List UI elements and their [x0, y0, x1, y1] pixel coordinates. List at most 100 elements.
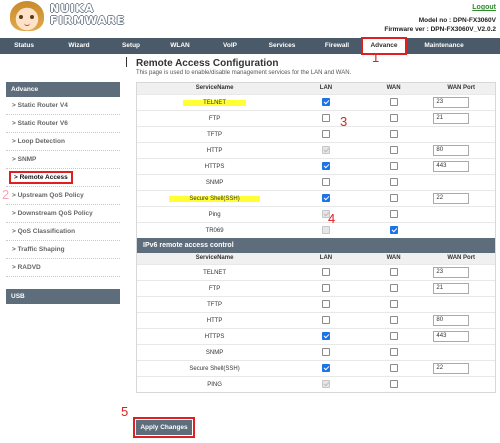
- wan-checkbox[interactable]: [389, 130, 398, 139]
- table-row: HTTP 80: [137, 142, 495, 158]
- table-header: ServiceName LAN WAN WAN Port: [137, 83, 495, 94]
- lan-checkbox[interactable]: [321, 98, 330, 107]
- wan-port-input[interactable]: 22: [433, 362, 470, 374]
- page-description: This page is used to enable/disable mana…: [136, 70, 352, 76]
- table-row: FTP 21: [137, 110, 495, 126]
- table-row: PING: [137, 376, 495, 392]
- wan-checkbox[interactable]: [389, 380, 398, 389]
- col-wan-port: WAN Port: [447, 85, 476, 91]
- chevron-right-icon: >: [12, 102, 16, 109]
- lan-checkbox[interactable]: [321, 316, 330, 325]
- nav-wizard[interactable]: Wizard: [48, 38, 110, 54]
- col-wan: WAN: [386, 85, 401, 91]
- service-name: FTP: [208, 116, 221, 122]
- device-info: Model no : DPN-FX3060V Firmware ver : DP…: [384, 16, 496, 34]
- lan-checkbox[interactable]: [321, 300, 330, 309]
- table-row: FTP 21: [137, 280, 495, 296]
- wan-checkbox[interactable]: [389, 146, 398, 155]
- nav-wlan[interactable]: WLAN: [152, 38, 208, 54]
- mascot-icon: [10, 1, 44, 31]
- lan-checkbox[interactable]: [321, 284, 330, 293]
- service-name: SNMP: [205, 180, 224, 186]
- wan-checkbox[interactable]: [389, 210, 398, 219]
- wan-port-input[interactable]: 23: [433, 96, 470, 108]
- nav-status[interactable]: Status: [0, 38, 48, 54]
- sidebar-item-upstream-qos[interactable]: > Upstream QoS Policy: [6, 187, 120, 205]
- wan-checkbox[interactable]: [389, 194, 398, 203]
- wan-port-input[interactable]: 23: [433, 266, 470, 278]
- service-name: Secure Shell(SSH): [189, 366, 240, 372]
- table-row: HTTPS 443: [137, 328, 495, 344]
- service-name: HTTPS: [204, 164, 225, 170]
- table-row: SNMP: [137, 174, 495, 190]
- annotation-1: 1: [372, 50, 380, 65]
- table-row: HTTPS 443: [137, 158, 495, 174]
- sidebar-item-loop-detection[interactable]: > Loop Detection: [6, 133, 120, 151]
- wan-checkbox[interactable]: [389, 162, 398, 171]
- table-header-ipv6: ServiceName LAN WAN WAN Port: [137, 253, 495, 264]
- wan-checkbox[interactable]: [389, 178, 398, 187]
- router-admin-page: NUIKA FIRMWARE Logout Model no : DPN-FX3…: [0, 0, 500, 443]
- service-name: TR069: [205, 228, 224, 234]
- sidebar-item-label: Loop Detection: [17, 138, 65, 145]
- sidebar-item-label: QoS Classification: [17, 228, 76, 235]
- nav-advance[interactable]: Advance: [361, 37, 407, 55]
- wan-checkbox[interactable]: [389, 268, 398, 277]
- wan-port-input[interactable]: 80: [433, 144, 470, 156]
- nav-voip[interactable]: VoIP: [208, 38, 252, 54]
- lan-checkbox[interactable]: [321, 268, 330, 277]
- lan-checkbox[interactable]: [321, 130, 330, 139]
- wan-port-input[interactable]: 21: [433, 282, 470, 294]
- wan-port-input[interactable]: 22: [433, 192, 470, 204]
- service-name: TFTP: [207, 132, 223, 138]
- logout-link[interactable]: Logout: [472, 4, 496, 11]
- nav-maintenance[interactable]: Maintenance: [406, 38, 482, 54]
- chevron-right-icon: >: [12, 156, 16, 163]
- logo-text-line2: FIRMWARE: [50, 14, 126, 27]
- col-service-name: ServiceName: [195, 255, 234, 261]
- lan-checkbox[interactable]: [321, 364, 330, 373]
- nav-setup[interactable]: Setup: [110, 38, 152, 54]
- nav-services[interactable]: Services: [252, 38, 312, 54]
- sidebar-item-qos-classification[interactable]: > QoS Classification: [6, 223, 120, 241]
- nav-firewall[interactable]: Firewall: [312, 38, 362, 54]
- remote-access-table: ServiceName LAN WAN WAN Port TELNET 23 FTP…: [136, 82, 496, 393]
- sidebar-item-label: Traffic Shaping: [17, 246, 65, 253]
- service-name: TELNET: [183, 100, 247, 106]
- divider: [126, 57, 127, 67]
- wan-checkbox[interactable]: [389, 364, 398, 373]
- sidebar-item-remote-access[interactable]: > Remote Access: [6, 169, 120, 187]
- chevron-right-icon: >: [12, 264, 16, 271]
- lan-checkbox[interactable]: [321, 114, 330, 123]
- lan-checkbox[interactable]: [321, 178, 330, 187]
- apply-changes-button[interactable]: Apply Changes: [133, 417, 195, 438]
- lan-checkbox[interactable]: [321, 194, 330, 203]
- lan-checkbox[interactable]: [321, 332, 330, 341]
- wan-checkbox[interactable]: [389, 98, 398, 107]
- lan-checkbox: [321, 146, 330, 155]
- lan-checkbox[interactable]: [321, 348, 330, 357]
- sidebar-item-downstream-qos[interactable]: > Downstream QoS Policy: [6, 205, 120, 223]
- wan-port-input[interactable]: 21: [433, 112, 470, 124]
- wan-checkbox[interactable]: [389, 332, 398, 341]
- table-row: Secure Shell(SSH) 22: [137, 190, 495, 206]
- sidebar-item-traffic-shaping[interactable]: > Traffic Shaping: [6, 241, 120, 259]
- wan-checkbox[interactable]: [389, 114, 398, 123]
- sidebar-item-radvd[interactable]: > RADVD: [6, 259, 120, 277]
- wan-checkbox[interactable]: [389, 316, 398, 325]
- sidebar-item-label: RADVD: [17, 264, 41, 271]
- table-row: Secure Shell(SSH) 22: [137, 360, 495, 376]
- sidebar-item-static-router-v6[interactable]: > Static Router V6: [6, 115, 120, 133]
- wan-checkbox[interactable]: [389, 226, 398, 235]
- wan-port-input[interactable]: 80: [433, 314, 470, 326]
- sidebar-item-snmp[interactable]: > SNMP: [6, 151, 120, 169]
- col-wan: WAN: [386, 255, 401, 261]
- wan-checkbox[interactable]: [389, 348, 398, 357]
- wan-checkbox[interactable]: [389, 300, 398, 309]
- wan-port-input[interactable]: 443: [433, 160, 470, 172]
- lan-checkbox[interactable]: [321, 162, 330, 171]
- wan-checkbox[interactable]: [389, 284, 398, 293]
- sidebar-item-static-router-v4[interactable]: > Static Router V4: [6, 97, 120, 115]
- wan-port-input[interactable]: 443: [433, 330, 470, 342]
- sidebar-section-usb[interactable]: USB: [6, 289, 120, 304]
